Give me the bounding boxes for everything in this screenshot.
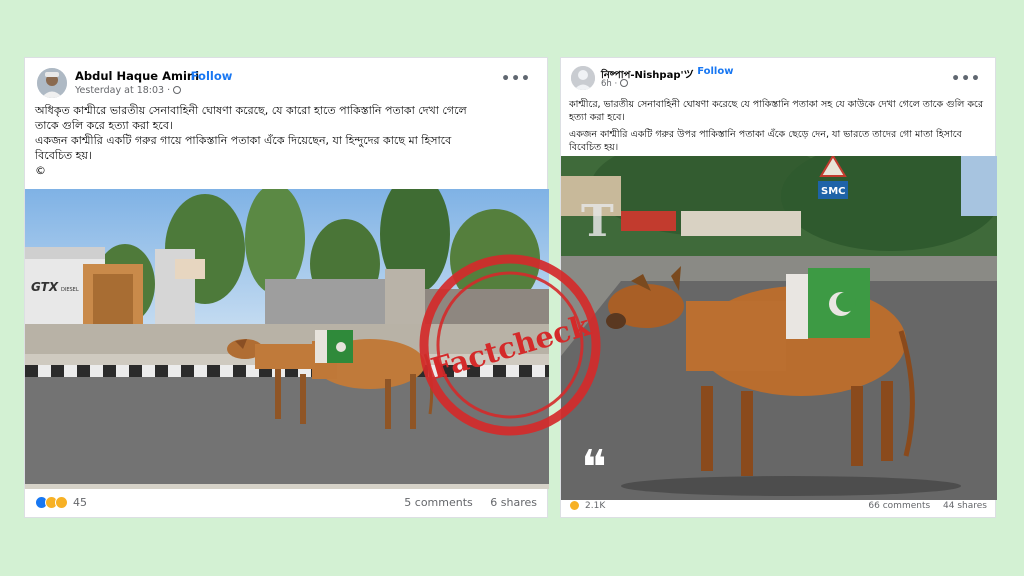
wow-reaction-icon [55,496,68,509]
svg-text:T: T [581,196,614,247]
post-text: কাশ্মীরে, ভারতীয় সেনাবাহিনী ঘোষণা করেছে… [569,98,989,154]
post-text-paragraph: কাশ্মীরে, ভারতীয় সেনাবাহিনী ঘোষণা করেছে… [569,99,984,123]
timestamp-text: Yesterday at 18:03 · [75,85,171,96]
comments-count[interactable]: 66 comments [868,501,930,511]
curb-stripe [129,365,142,377]
right-facebook-post: নিষ্পাপ-Nishpap'ツ · Follow 6h · ••• কাশ্ম… [560,57,997,518]
curb-stripe [207,365,220,377]
post-timestamp[interactable]: Yesterday at 18:03 · [75,85,182,96]
curb-stripe [181,365,194,377]
shares-count[interactable]: 44 shares [943,501,987,511]
post-header: Abdul Haque Amini · Follow Yesterday at 1… [25,58,547,100]
photo-sign-text: GTX [31,280,59,294]
author-name[interactable]: Abdul Haque Amini [75,69,199,83]
curb-stripe [25,365,38,377]
photo-sign-subtext: DIESEL [61,287,79,293]
post-header: নিষ্পাপ-Nishpap'ツ · Follow 6h · ••• [561,58,995,100]
curb-stripe [77,365,90,377]
comments-count[interactable]: 5 comments [404,496,473,509]
haha-reaction-icon [569,500,580,511]
post-stats: 5 comments 6 shares [404,496,537,509]
post-text-line: বিবেচিত হয়। [35,149,92,162]
follow-dot: · [183,69,187,83]
post-timestamp[interactable]: 6h · [601,79,629,89]
follow-button[interactable]: · Follow [691,66,733,77]
avatar[interactable] [571,66,595,90]
reactions[interactable]: 2.1K [569,500,605,511]
curb-stripe [233,365,246,377]
post-text-line: একজন কাশ্মীরি একটি গরুর গায়ে পাকিস্তানি… [35,134,452,147]
more-options-button[interactable]: ••• [501,71,531,87]
curb-stripe [51,365,64,377]
globe-icon [620,79,629,87]
avatar[interactable] [37,68,67,98]
post-text: অধিকৃত কাশ্মীরে ভারতীয় সেনাবাহিনী ঘোষণা… [35,103,540,178]
post-text-paragraph: একজন কাশ্মীরি একটি গরুর উপর পাকিস্তানি প… [569,129,962,153]
reaction-count: 45 [73,496,87,509]
follow-label: Follow [697,66,734,77]
quote-icon: ❝ [581,440,607,496]
stamp-label: Factcheck [427,308,595,386]
timestamp-text: 6h · [601,79,618,89]
more-options-button[interactable]: ••• [951,71,981,87]
post-footer: 45 5 comments 6 shares [25,489,547,517]
post-stats: 66 comments 44 shares [868,501,987,511]
follow-button[interactable]: · Follow [183,69,232,83]
reactions[interactable]: 45 [35,496,87,509]
shares-count[interactable]: 6 shares [490,496,537,509]
curb-stripe [103,365,116,377]
follow-label: Follow [190,69,233,83]
post-footer: 2.1K 66 comments 44 shares [561,497,995,517]
curb-stripe [155,365,168,377]
post-text-line: অধিকৃত কাশ্মীরে ভারতীয় সেনাবাহিনী ঘোষণা… [35,104,467,117]
post-text-line: © [35,164,46,177]
post-text-line: তাকে গুলি করে হত্যা করা হবে। [35,119,173,132]
follow-dot: · [691,66,695,77]
reaction-count: 2.1K [585,500,606,511]
post-photo[interactable]: SMC T ❝ [561,156,997,500]
globe-icon [173,86,182,94]
photo-sign-text: SMC [821,186,846,197]
